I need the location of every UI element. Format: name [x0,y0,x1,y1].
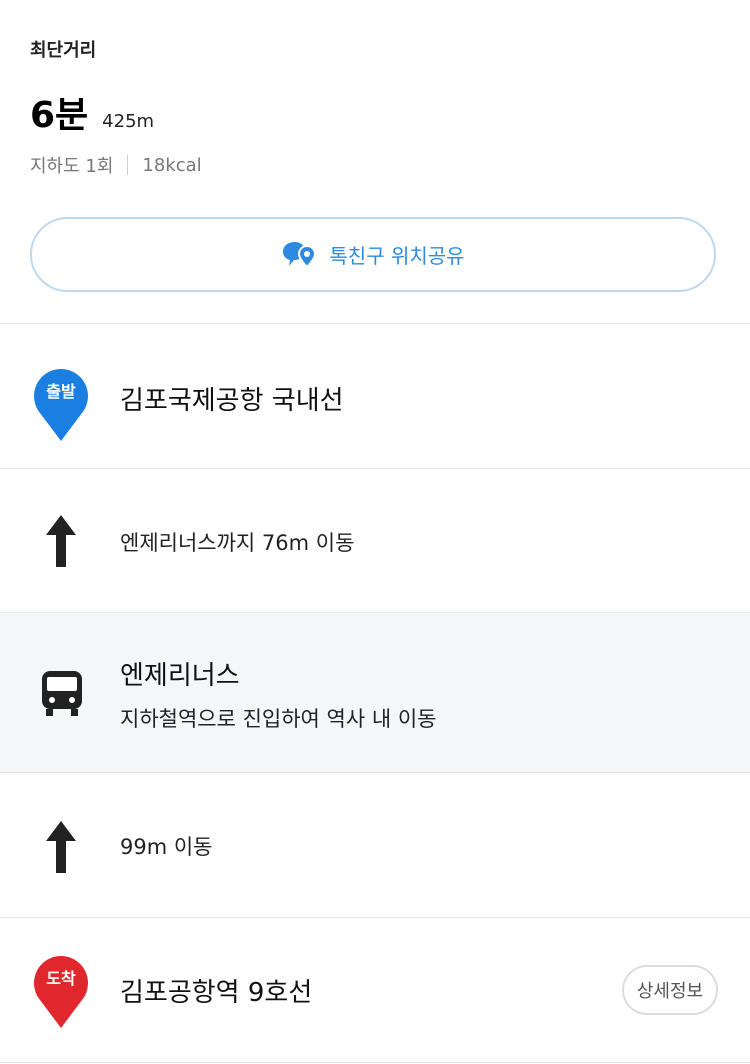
end-location: 김포공항역 9호선 [120,978,313,1008]
travel-time: 6분 [30,95,89,136]
step-station[interactable]: 엔제리너스 지하철역으로 진입하여 역사 내 이동 [0,613,750,773]
travel-distance: 425m [102,111,155,132]
step-walk-1[interactable]: 엔제리너스까지 76m 이동 [0,469,750,613]
route-summary: 최단거리 6분 425m 지하도 1회 18kcal 톡친구 위치공유 [0,0,750,324]
detail-info-button[interactable]: 상세정보 [622,965,718,1015]
end-badge-text: 도착 [46,969,76,988]
time-distance-row: 6분 425m [30,86,154,138]
route-type-label: 최단거리 [30,40,97,61]
meta-divider [127,155,129,175]
detail-info-label: 상세정보 [636,981,704,1002]
subway-icon [42,671,82,716]
step-walk-2[interactable]: 99m 이동 [0,773,750,918]
walk-instruction-1: 엔제리너스까지 76m 이동 [120,531,355,555]
start-location: 김포국제공항 국내선 [120,386,344,416]
arrow-up-icon [46,515,76,567]
end-pin-icon: 도착 [34,956,88,1028]
underpass-count: 지하도 1회 [30,156,114,177]
arrow-up-icon [46,821,76,873]
step-start[interactable]: 출발 김포국제공항 국내선 [0,324,750,469]
calories: 18kcal [142,154,202,176]
station-instruction: 지하철역으로 진입하여 역사 내 이동 [120,707,437,731]
chat-location-icon [283,241,317,268]
share-location-button[interactable]: 톡친구 위치공유 [30,217,716,292]
start-pin-icon: 출발 [34,369,88,441]
share-label: 톡친구 위치공유 [329,244,465,268]
step-end[interactable]: 도착 김포공항역 9호선 상세정보 [0,918,750,1063]
route-meta: 지하도 1회 18kcal [30,152,202,178]
station-name: 엔제리너스 [120,661,240,691]
walk-instruction-2: 99m 이동 [120,835,213,859]
start-badge-text: 출발 [46,382,76,401]
